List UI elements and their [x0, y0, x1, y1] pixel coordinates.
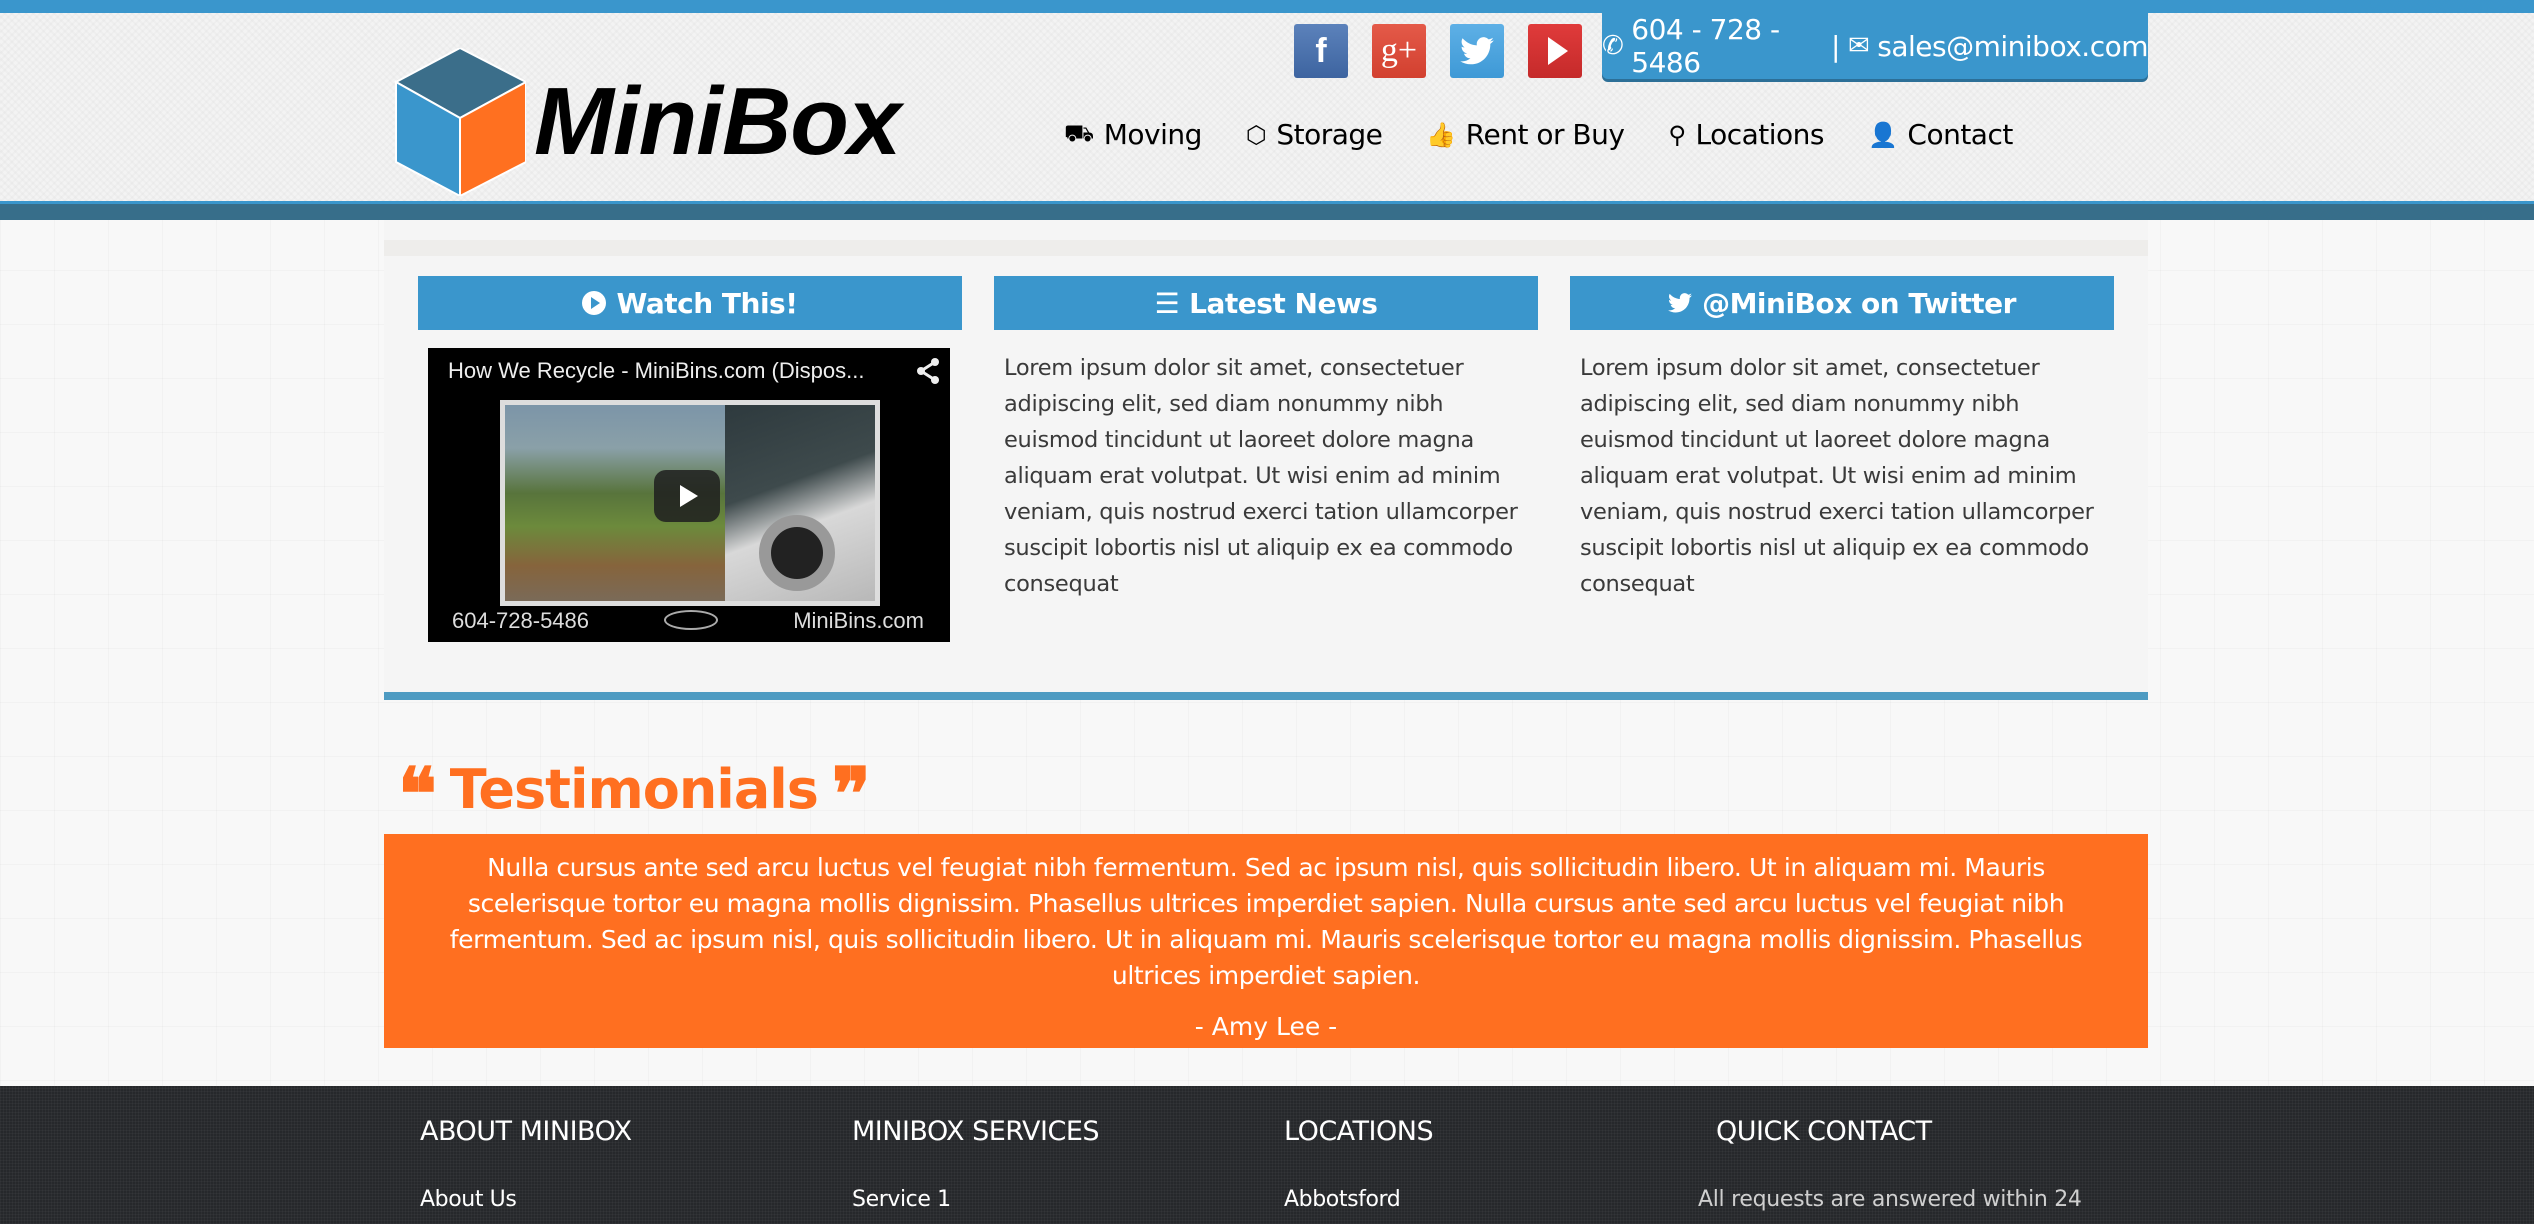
- main-nav: ⛟ Moving ⬡ Storage 👍 Rent or Buy ⚲ Locat…: [1064, 118, 2013, 151]
- news-text: Lorem ipsum dolor sit amet, consectetuer…: [1004, 355, 1518, 597]
- nav-label: Moving: [1103, 118, 1203, 151]
- footer-locations: LOCATIONS Abbotsford: [1284, 1116, 1434, 1212]
- footer-heading: ABOUT MINIBOX: [420, 1116, 632, 1147]
- contact-separator: |: [1831, 29, 1840, 63]
- testimonials-heading: ❝ Testimonials ❞: [398, 748, 871, 836]
- phone-icon: ✆: [1602, 31, 1624, 61]
- facebook-icon[interactable]: f: [1294, 24, 1348, 78]
- play-button[interactable]: [654, 470, 720, 522]
- header-band: [0, 204, 2534, 220]
- twitter-bird-icon: [1668, 293, 1693, 313]
- list-icon: ☰: [1154, 286, 1180, 320]
- play-circle-icon: [582, 291, 607, 315]
- testimonial-author: - Amy Lee -: [1194, 1012, 1338, 1041]
- contact-bar: ✆ 604 - 728 - 5486 | ✉ sales@minibox.com: [1602, 13, 2148, 79]
- footer-link-about-us[interactable]: About Us: [420, 1187, 632, 1212]
- footer-heading: QUICK CONTACT: [1716, 1116, 1932, 1147]
- map-marker-icon: ⚲: [1668, 120, 1686, 149]
- nav-item-storage[interactable]: ⬡ Storage: [1246, 118, 1383, 151]
- thumbs-up-icon: 👍: [1426, 120, 1456, 149]
- footer-services: MINIBOX SERVICES Service 1: [852, 1116, 1100, 1212]
- thumbnail-truck: [725, 405, 875, 601]
- thumbnail-wheel: [759, 515, 835, 591]
- nav-label: Locations: [1695, 118, 1824, 151]
- twitter-text: Lorem ipsum dolor sit amet, consectetuer…: [1580, 355, 2094, 597]
- video-title[interactable]: How We Recycle - MiniBins.com (Dispos...: [448, 358, 864, 384]
- twitter-title: @MiniBox on Twitter: [1702, 286, 2016, 320]
- truck-icon: ⛟: [1064, 119, 1094, 147]
- nav-item-locations[interactable]: ⚲ Locations: [1668, 118, 1824, 151]
- footer-link-abbotsford[interactable]: Abbotsford: [1284, 1187, 1433, 1212]
- social-links: f g+: [1294, 24, 1582, 78]
- open-quote-icon: ❝: [398, 751, 437, 836]
- top-accent-strip: [0, 0, 2534, 13]
- news-header: ☰ Latest News: [994, 276, 1538, 330]
- video-overlay-site: MiniBins.com: [793, 608, 924, 633]
- footer-contact-note: All requests are answered within 24: [1698, 1187, 2082, 1212]
- envelope-icon: ✉: [1847, 31, 1870, 61]
- section-divider: [384, 692, 2148, 700]
- nav-label: Storage: [1276, 118, 1383, 151]
- testimonials-title: Testimonials: [449, 757, 819, 821]
- footer-link-service-1[interactable]: Service 1: [852, 1187, 1099, 1212]
- footer-heading: LOCATIONS: [1284, 1116, 1434, 1147]
- twitter-column: @MiniBox on Twitter Lorem ipsum dolor si…: [1570, 276, 2114, 602]
- site-footer: ABOUT MINIBOX About Us MINIBOX SERVICES …: [0, 1086, 2534, 1224]
- testimonial-card: Nulla cursus ante sed arcu luctus vel fe…: [384, 834, 2148, 1048]
- watch-title: Watch This!: [616, 286, 798, 320]
- watch-header: Watch This!: [418, 276, 962, 330]
- video-overlay-phone: 604-728-5486: [452, 608, 590, 633]
- footer-heading: MINIBOX SERVICES: [852, 1116, 1100, 1147]
- google-plus-icon[interactable]: g+: [1372, 24, 1426, 78]
- play-triangle-icon: [1548, 37, 1568, 65]
- footer-about: ABOUT MINIBOX About Us: [420, 1116, 632, 1212]
- email-link[interactable]: sales@minibox.com: [1877, 30, 2148, 63]
- user-icon: 👤: [1868, 120, 1898, 149]
- news-column: ☰ Latest News Lorem ipsum dolor sit amet…: [994, 276, 1538, 602]
- logo-text: MiniBox: [534, 68, 901, 175]
- nav-label: Contact: [1907, 118, 2013, 151]
- footer-quick-contact: QUICK CONTACT All requests are answered …: [1698, 1116, 2082, 1212]
- phone-link[interactable]: 604 - 728 - 5486: [1631, 13, 1823, 79]
- watch-column: Watch This! How We Recycle - MiniBins.co…: [418, 276, 962, 642]
- nav-item-moving[interactable]: ⛟ Moving: [1064, 118, 1202, 151]
- content-top-strip: [384, 240, 2148, 256]
- nav-item-rent-or-buy[interactable]: 👍 Rent or Buy: [1426, 118, 1625, 151]
- share-icon[interactable]: [916, 358, 940, 391]
- featured-content: Watch This! How We Recycle - MiniBins.co…: [384, 220, 2148, 692]
- testimonial-quote: Nulla cursus ante sed arcu luctus vel fe…: [449, 853, 2083, 990]
- box-icon: ⬡: [1245, 120, 1267, 149]
- nav-item-contact[interactable]: 👤 Contact: [1868, 118, 2013, 151]
- site-header: [0, 13, 2534, 201]
- play-icon: [680, 485, 698, 507]
- video-player[interactable]: How We Recycle - MiniBins.com (Dispos...…: [428, 348, 950, 642]
- twitter-bird-icon: [1460, 37, 1494, 65]
- youtube-icon[interactable]: [1528, 24, 1582, 78]
- twitter-icon[interactable]: [1450, 24, 1504, 78]
- close-quote-icon: ❞: [831, 751, 871, 836]
- logo-link[interactable]: MiniBox: [394, 48, 901, 196]
- video-overlay-logo: [664, 610, 718, 630]
- news-title: Latest News: [1189, 286, 1378, 320]
- twitter-header: @MiniBox on Twitter: [1570, 276, 2114, 330]
- cube-logo-icon: [394, 48, 526, 196]
- nav-label: Rent or Buy: [1465, 118, 1625, 151]
